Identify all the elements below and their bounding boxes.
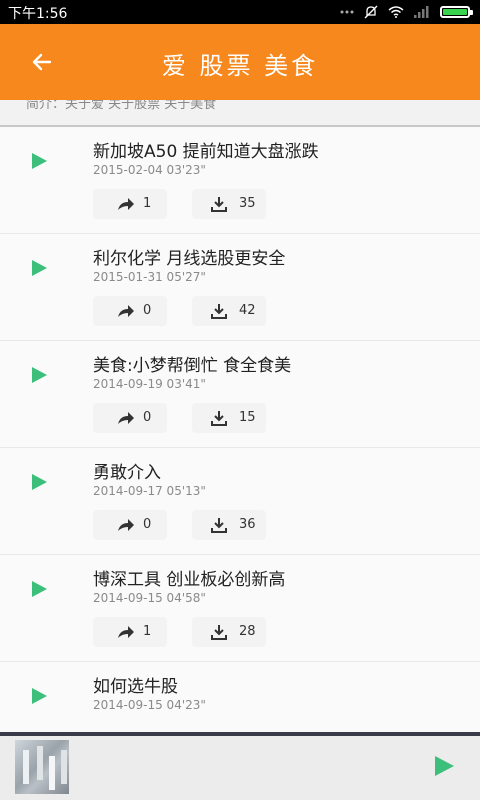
wifi-icon: [388, 6, 404, 18]
download-count: 36: [239, 517, 256, 532]
play-icon[interactable]: [30, 152, 48, 170]
intro-text: 简介：关于爱 关于股票 关于美食: [26, 100, 217, 112]
download-count: 28: [239, 624, 256, 639]
battery-icon: [440, 6, 473, 18]
share-count: 0: [143, 410, 152, 425]
play-icon[interactable]: [30, 366, 48, 384]
status-icons: [340, 4, 473, 20]
play-icon[interactable]: [30, 687, 48, 705]
mini-player: [0, 736, 480, 800]
play-icon[interactable]: [433, 755, 455, 777]
download-button[interactable]: 28: [192, 617, 266, 647]
item-title: 勇敢介入: [93, 463, 161, 483]
intro-strip: 简介：关于爱 关于股票 关于美食: [0, 100, 480, 127]
list-item[interactable]: 勇敢介入 2014-09-17 05'13" 0 36: [0, 448, 480, 555]
episode-list: 新加坡A50 提前知道大盘涨跌 2015-02-04 03'23" 1 35 利…: [0, 127, 480, 733]
download-count: 35: [239, 196, 256, 211]
download-icon: [211, 304, 227, 319]
status-time: 下午1:56: [8, 6, 68, 22]
mute-bell-icon: [364, 5, 378, 19]
share-arrow-icon: [118, 626, 134, 638]
list-item[interactable]: 博深工具 创业板必创新高 2014-09-15 04'58" 1 28: [0, 555, 480, 662]
download-count: 15: [239, 410, 256, 425]
share-arrow-icon: [118, 198, 134, 210]
signal-dots-icon: [340, 10, 354, 14]
download-count: 42: [239, 303, 256, 318]
download-button[interactable]: 42: [192, 296, 266, 326]
item-date: 2014-09-19 03'41": [93, 377, 206, 391]
share-button[interactable]: 1: [93, 617, 167, 647]
download-icon: [211, 518, 227, 533]
item-title: 利尔化学 月线选股更安全: [93, 249, 286, 269]
download-button[interactable]: 36: [192, 510, 266, 540]
list-item[interactable]: 新加坡A50 提前知道大盘涨跌 2015-02-04 03'23" 1 35: [0, 127, 480, 234]
download-icon: [211, 197, 227, 212]
download-icon: [211, 411, 227, 426]
share-arrow-icon: [118, 412, 134, 424]
download-icon: [211, 625, 227, 640]
list-item[interactable]: 如何选牛股 2014-09-15 04'23": [0, 662, 480, 733]
item-title: 新加坡A50 提前知道大盘涨跌: [93, 142, 319, 162]
share-button[interactable]: 0: [93, 510, 167, 540]
cell-signal-icon: [414, 6, 429, 18]
share-count: 0: [143, 303, 152, 318]
share-count: 0: [143, 517, 152, 532]
item-date: 2014-09-17 05'13": [93, 484, 206, 498]
share-button[interactable]: 0: [93, 296, 167, 326]
share-count: 1: [143, 624, 152, 639]
share-button[interactable]: 0: [93, 403, 167, 433]
play-icon[interactable]: [30, 473, 48, 491]
page-title: 爱 股票 美食: [161, 52, 319, 80]
download-button[interactable]: 15: [192, 403, 266, 433]
play-icon[interactable]: [30, 580, 48, 598]
item-title: 美食:小梦帮倒忙 食全食美: [93, 356, 292, 376]
list-item[interactable]: 美食:小梦帮倒忙 食全食美 2014-09-19 03'41" 0 15: [0, 341, 480, 448]
album-thumbnail[interactable]: [15, 740, 69, 794]
share-arrow-icon: [118, 519, 134, 531]
item-title: 如何选牛股: [93, 677, 178, 697]
status-bar: 下午1:56: [0, 0, 480, 24]
share-count: 1: [143, 196, 152, 211]
play-icon[interactable]: [30, 259, 48, 277]
share-arrow-icon: [118, 305, 134, 317]
share-button[interactable]: 1: [93, 189, 167, 219]
item-date: 2014-09-15 04'58": [93, 591, 206, 605]
item-date: 2015-01-31 05'27": [93, 270, 206, 284]
list-item[interactable]: 利尔化学 月线选股更安全 2015-01-31 05'27" 0 42: [0, 234, 480, 341]
item-title: 博深工具 创业板必创新高: [93, 570, 286, 590]
app-header: 爱 股票 美食: [0, 24, 480, 100]
download-button[interactable]: 35: [192, 189, 266, 219]
item-date: 2015-02-04 03'23": [93, 163, 206, 177]
item-date: 2014-09-15 04'23": [93, 698, 206, 712]
